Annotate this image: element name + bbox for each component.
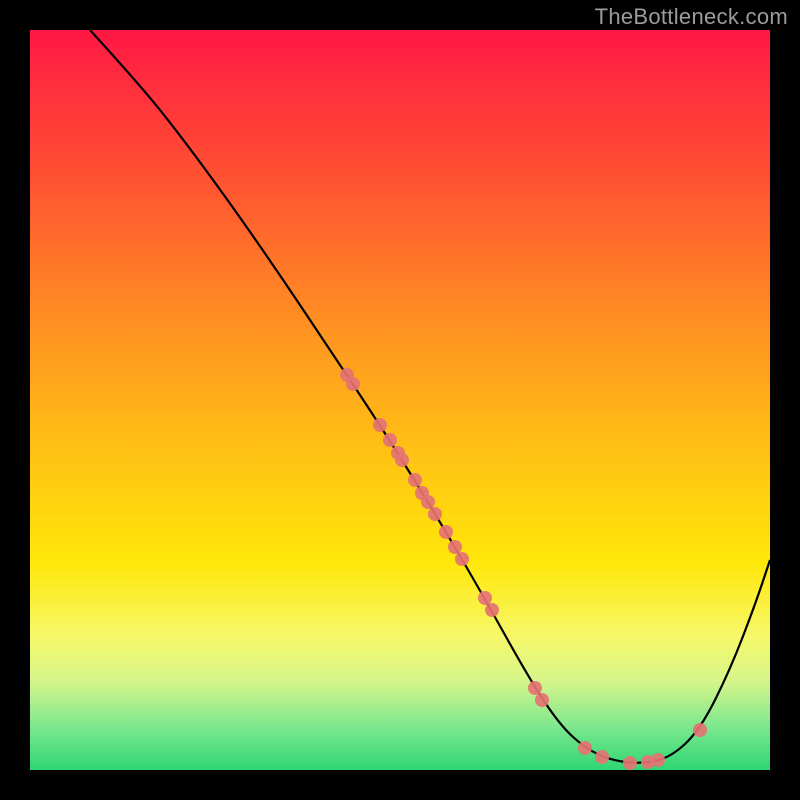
curve-marker	[535, 693, 549, 707]
curve-marker	[455, 552, 469, 566]
curve-marker	[478, 591, 492, 605]
curve-marker	[623, 756, 637, 770]
curve-marker	[578, 741, 592, 755]
curve-marker	[395, 453, 409, 467]
curve-marker	[346, 377, 360, 391]
watermark-text: TheBottleneck.com	[595, 4, 788, 30]
curve-marker	[595, 750, 609, 764]
curve-markers-group	[340, 368, 707, 770]
curve-marker	[439, 525, 453, 539]
curve-marker	[448, 540, 462, 554]
curve-marker	[693, 723, 707, 737]
curve-marker	[421, 495, 435, 509]
curve-marker	[651, 753, 665, 767]
chart-frame: TheBottleneck.com	[0, 0, 800, 800]
curve-marker	[485, 603, 499, 617]
curve-marker	[373, 418, 387, 432]
curve-marker	[528, 681, 542, 695]
chart-svg	[30, 30, 770, 770]
curve-marker	[428, 507, 442, 521]
plot-area	[30, 30, 770, 770]
curve-marker	[408, 473, 422, 487]
curve-marker	[383, 433, 397, 447]
bottleneck-curve	[90, 30, 770, 763]
